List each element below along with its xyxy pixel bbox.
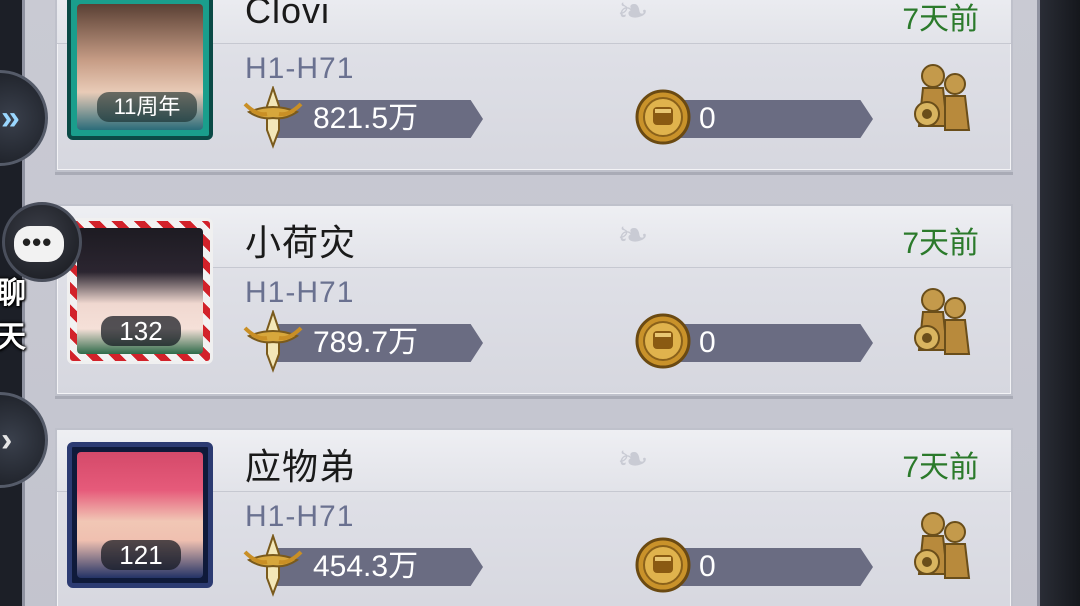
anniversary-badge: 11周年 [97,92,197,122]
fist-bar [663,100,873,138]
swirl-ornament-icon: ❧ [617,0,649,33]
ellipsis-icon: ••• [22,227,53,257]
fist-value: 0 [699,326,716,359]
server-range: H1-H71 [245,500,355,533]
double-chevron-right-icon: » [1,99,20,137]
last-online: 7天前 [902,451,979,484]
fist-coin-icon [635,537,691,593]
fist-bar [663,324,873,362]
level-badge: 132 [101,316,181,346]
power-value: 821.5万 [313,102,419,135]
swirl-ornament-icon: ❧ [617,439,649,481]
fist-coin-icon [635,89,691,145]
people-gear-icon[interactable] [909,62,975,134]
member-name: 小荷灾 [245,222,357,263]
power-value: 789.7万 [313,326,419,359]
last-online: 7天前 [902,3,979,36]
power-value: 454.3万 [313,550,419,583]
last-online: 7天前 [902,227,979,260]
people-gear-icon[interactable] [909,510,975,582]
sword-icon [243,86,303,149]
people-gear-icon[interactable] [909,286,975,358]
avatar[interactable]: 132 [67,218,213,364]
avatar[interactable]: 11周年 [67,0,213,140]
server-range: H1-H71 [245,276,355,309]
member-card[interactable]: ❧ Clovi 7天前 H1-H71 821.5万 0 11周年 [55,0,1013,172]
fist-coin-icon [635,313,691,369]
swirl-ornament-icon: ❧ [617,215,649,257]
chat-button[interactable]: ••• 聊 天 [0,200,88,354]
sword-icon [243,310,303,373]
member-card[interactable]: ❧ 小荷灾 7天前 H1-H71 789.7万 0 132 [55,204,1013,396]
chevron-right-icon: › [1,421,13,459]
right-edge [1040,0,1080,606]
chat-label: 聊 天 [0,277,36,354]
fist-value: 0 [699,102,716,135]
avatar[interactable]: 121 [67,442,213,588]
fist-value: 0 [699,550,716,583]
member-card[interactable]: ❧ 应物弟 7天前 H1-H71 454.3万 0 121 [55,428,1013,606]
level-badge: 121 [101,540,181,570]
sword-icon [243,534,303,597]
member-name: Clovi [245,0,331,31]
fist-bar [663,548,873,586]
server-range: H1-H71 [245,52,355,85]
member-name: 应物弟 [245,446,357,487]
